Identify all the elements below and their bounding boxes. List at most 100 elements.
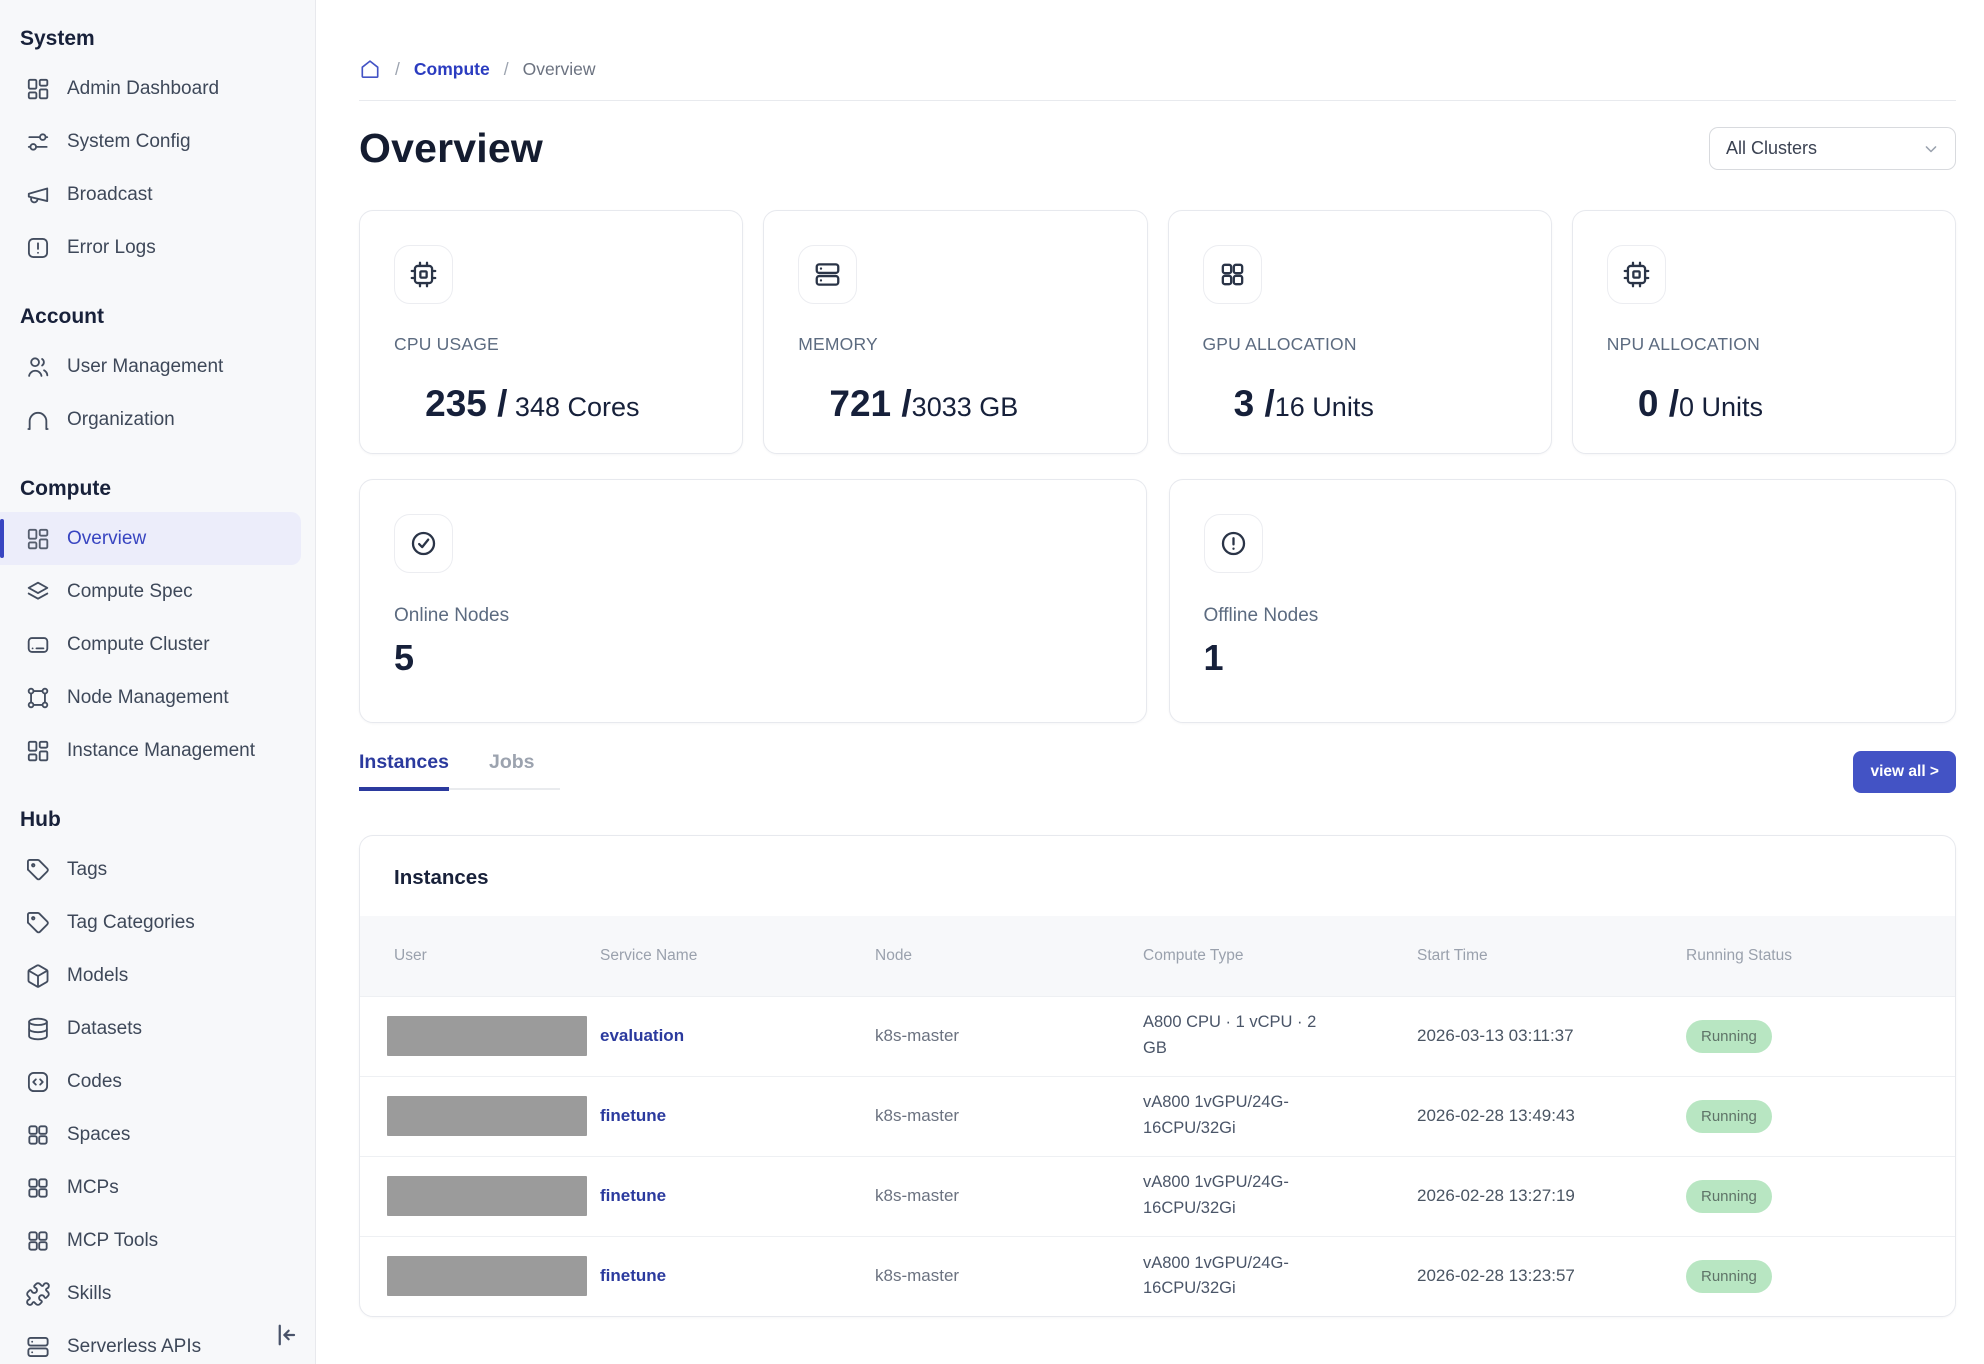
- tab-instances[interactable]: Instances: [359, 751, 449, 791]
- compute-type-cell: vA800 1vGPU/24G-16CPU/32Gi: [1143, 1156, 1417, 1236]
- sidebar-item-user-management[interactable]: User Management: [20, 340, 301, 393]
- stat-value: 235 / 348 Cores: [394, 365, 708, 443]
- cluster-filter-select[interactable]: All Clusters: [1709, 127, 1956, 170]
- header-divider: [359, 100, 1956, 101]
- sidebar-item-mcps[interactable]: MCPs: [20, 1161, 301, 1214]
- sidebar-item-label: Tags: [67, 859, 107, 881]
- sidebar-item-compute-spec[interactable]: Compute Spec: [20, 565, 301, 618]
- sidebar-item-label: Node Management: [67, 687, 229, 709]
- breadcrumb-section-link[interactable]: Compute: [414, 59, 490, 80]
- sidebar-item-node-management[interactable]: Node Management: [20, 671, 301, 724]
- grid4-icon: [1218, 260, 1247, 289]
- sidebar-item-label: Overview: [67, 528, 146, 550]
- service-name-link[interactable]: finetune: [600, 1106, 666, 1125]
- service-name-link[interactable]: finetune: [600, 1266, 666, 1285]
- user-redacted-block: [387, 1096, 587, 1136]
- user-cell: [360, 1076, 600, 1156]
- sidebar-item-label: Admin Dashboard: [67, 78, 219, 100]
- sidebar-item-broadcast[interactable]: Broadcast: [20, 168, 301, 221]
- layers-icon: [25, 579, 51, 605]
- sidebar-item-admin-dashboard[interactable]: Admin Dashboard: [20, 62, 301, 115]
- stat-value: 3 /16 Units: [1203, 365, 1517, 443]
- main-content: / Compute / Overview Overview All Cluste…: [316, 0, 1984, 1364]
- sidebar-item-skills[interactable]: Skills: [20, 1267, 301, 1320]
- sidebar-section-title: Compute: [20, 476, 301, 502]
- organization-icon: [25, 407, 51, 433]
- breadcrumb-separator: /: [395, 59, 400, 80]
- stat-label: MEMORY: [798, 334, 1112, 355]
- service-name-link[interactable]: evaluation: [600, 1026, 684, 1045]
- sidebar-item-label: Compute Spec: [67, 581, 193, 603]
- node-card-label: Online Nodes: [394, 605, 1112, 627]
- compute-type-text: vA800 1vGPU/24G-16CPU/32Gi: [1143, 1251, 1329, 1302]
- sidebar-collapse-icon[interactable]: [269, 1320, 299, 1350]
- tabs: Instances Jobs: [359, 751, 560, 790]
- sidebar-item-organization[interactable]: Organization: [20, 393, 301, 446]
- column-header-service-name: Service Name: [600, 916, 875, 996]
- column-header-node: Node: [875, 916, 1143, 996]
- node-cell: k8s-master: [875, 1236, 1143, 1316]
- table-row: finetunek8s-mastervA800 1vGPU/24G-16CPU/…: [360, 1076, 1955, 1156]
- stat-value-total: 16 Units: [1275, 392, 1374, 422]
- sidebar-section-account: AccountUser ManagementOrganization: [20, 304, 301, 446]
- network-icon: [25, 685, 51, 711]
- sidebar-item-tag-categories[interactable]: Tag Categories: [20, 896, 301, 949]
- grid4-icon: [25, 1175, 51, 1201]
- sidebar-item-codes[interactable]: Codes: [20, 1055, 301, 1108]
- sidebar-item-datasets[interactable]: Datasets: [20, 1002, 301, 1055]
- sidebar-item-label: Organization: [67, 409, 175, 431]
- sidebar-item-label: Spaces: [67, 1124, 130, 1146]
- stat-card-gpu-allocation: GPU ALLOCATION 3 /16 Units: [1168, 210, 1552, 454]
- sidebar-item-instance-management[interactable]: Instance Management: [20, 724, 301, 777]
- user-redacted-block: [387, 1176, 587, 1216]
- sidebar-item-serverless-apis[interactable]: Serverless APIs: [20, 1320, 301, 1364]
- sidebar-item-system-config[interactable]: System Config: [20, 115, 301, 168]
- sidebar: SystemAdmin DashboardSystem ConfigBroadc…: [0, 0, 316, 1364]
- server-icon: [25, 1334, 51, 1360]
- service-name-cell: evaluation: [600, 996, 875, 1076]
- compute-type-text: vA800 1vGPU/24G-16CPU/32Gi: [1143, 1090, 1329, 1141]
- sidebar-section-title: Hub: [20, 807, 301, 833]
- sidebar-item-overview[interactable]: Overview: [0, 512, 301, 565]
- service-name-cell: finetune: [600, 1236, 875, 1316]
- start-time-cell: 2026-02-28 13:23:57: [1417, 1236, 1686, 1316]
- stat-card-memory: MEMORY 721 /3033 GB: [763, 210, 1147, 454]
- stat-card-cpu-usage: CPU USAGE 235 / 348 Cores: [359, 210, 743, 454]
- home-icon[interactable]: [359, 58, 381, 80]
- sidebar-item-spaces[interactable]: Spaces: [20, 1108, 301, 1161]
- sidebar-item-label: Compute Cluster: [67, 634, 210, 656]
- page-title: Overview: [359, 125, 543, 172]
- node-card-offline-nodes: Offline Nodes 1: [1169, 479, 1957, 723]
- tab-jobs[interactable]: Jobs: [489, 751, 535, 791]
- tag-icon: [25, 910, 51, 936]
- running-status-cell: Running: [1686, 1236, 1955, 1316]
- sidebar-item-error-logs[interactable]: Error Logs: [20, 221, 301, 274]
- sidebar-item-label: Error Logs: [67, 237, 156, 259]
- sidebar-item-tags[interactable]: Tags: [20, 843, 301, 896]
- table-header-row: UserService NameNodeCompute TypeStart Ti…: [360, 916, 1955, 996]
- instances-panel-title: Instances: [360, 836, 1955, 916]
- service-name-link[interactable]: finetune: [600, 1186, 666, 1205]
- breadcrumb: / Compute / Overview: [359, 58, 1956, 80]
- stat-value: 721 /3033 GB: [798, 365, 1112, 443]
- sidebar-item-label: Codes: [67, 1071, 122, 1093]
- column-header-running-status: Running Status: [1686, 916, 1955, 996]
- service-name-cell: finetune: [600, 1156, 875, 1236]
- alert-square-icon: [25, 235, 51, 261]
- sidebar-item-compute-cluster[interactable]: Compute Cluster: [20, 618, 301, 671]
- sidebar-section-hub: Hub Tags Tag CategoriesModelsDatasets Codes…: [20, 807, 301, 1364]
- node-cards-row: Online Nodes 5 Offline Nodes 1: [359, 479, 1956, 723]
- sliders-icon: [25, 129, 51, 155]
- sidebar-item-models[interactable]: Models: [20, 949, 301, 1002]
- chevron-down-icon: [1921, 139, 1941, 159]
- breadcrumb-separator: /: [504, 59, 509, 80]
- breadcrumb-current: Overview: [523, 59, 596, 80]
- sidebar-item-mcp-tools[interactable]: MCP Tools: [20, 1214, 301, 1267]
- view-all-button[interactable]: view all >: [1853, 751, 1956, 793]
- sidebar-item-label: Broadcast: [67, 184, 153, 206]
- node-icon-box: [1204, 514, 1263, 573]
- puzzle-icon: [25, 1281, 51, 1307]
- status-badge: Running: [1686, 1180, 1772, 1213]
- node-card-label: Offline Nodes: [1204, 605, 1922, 627]
- stat-value-used: 0 /: [1638, 383, 1679, 424]
